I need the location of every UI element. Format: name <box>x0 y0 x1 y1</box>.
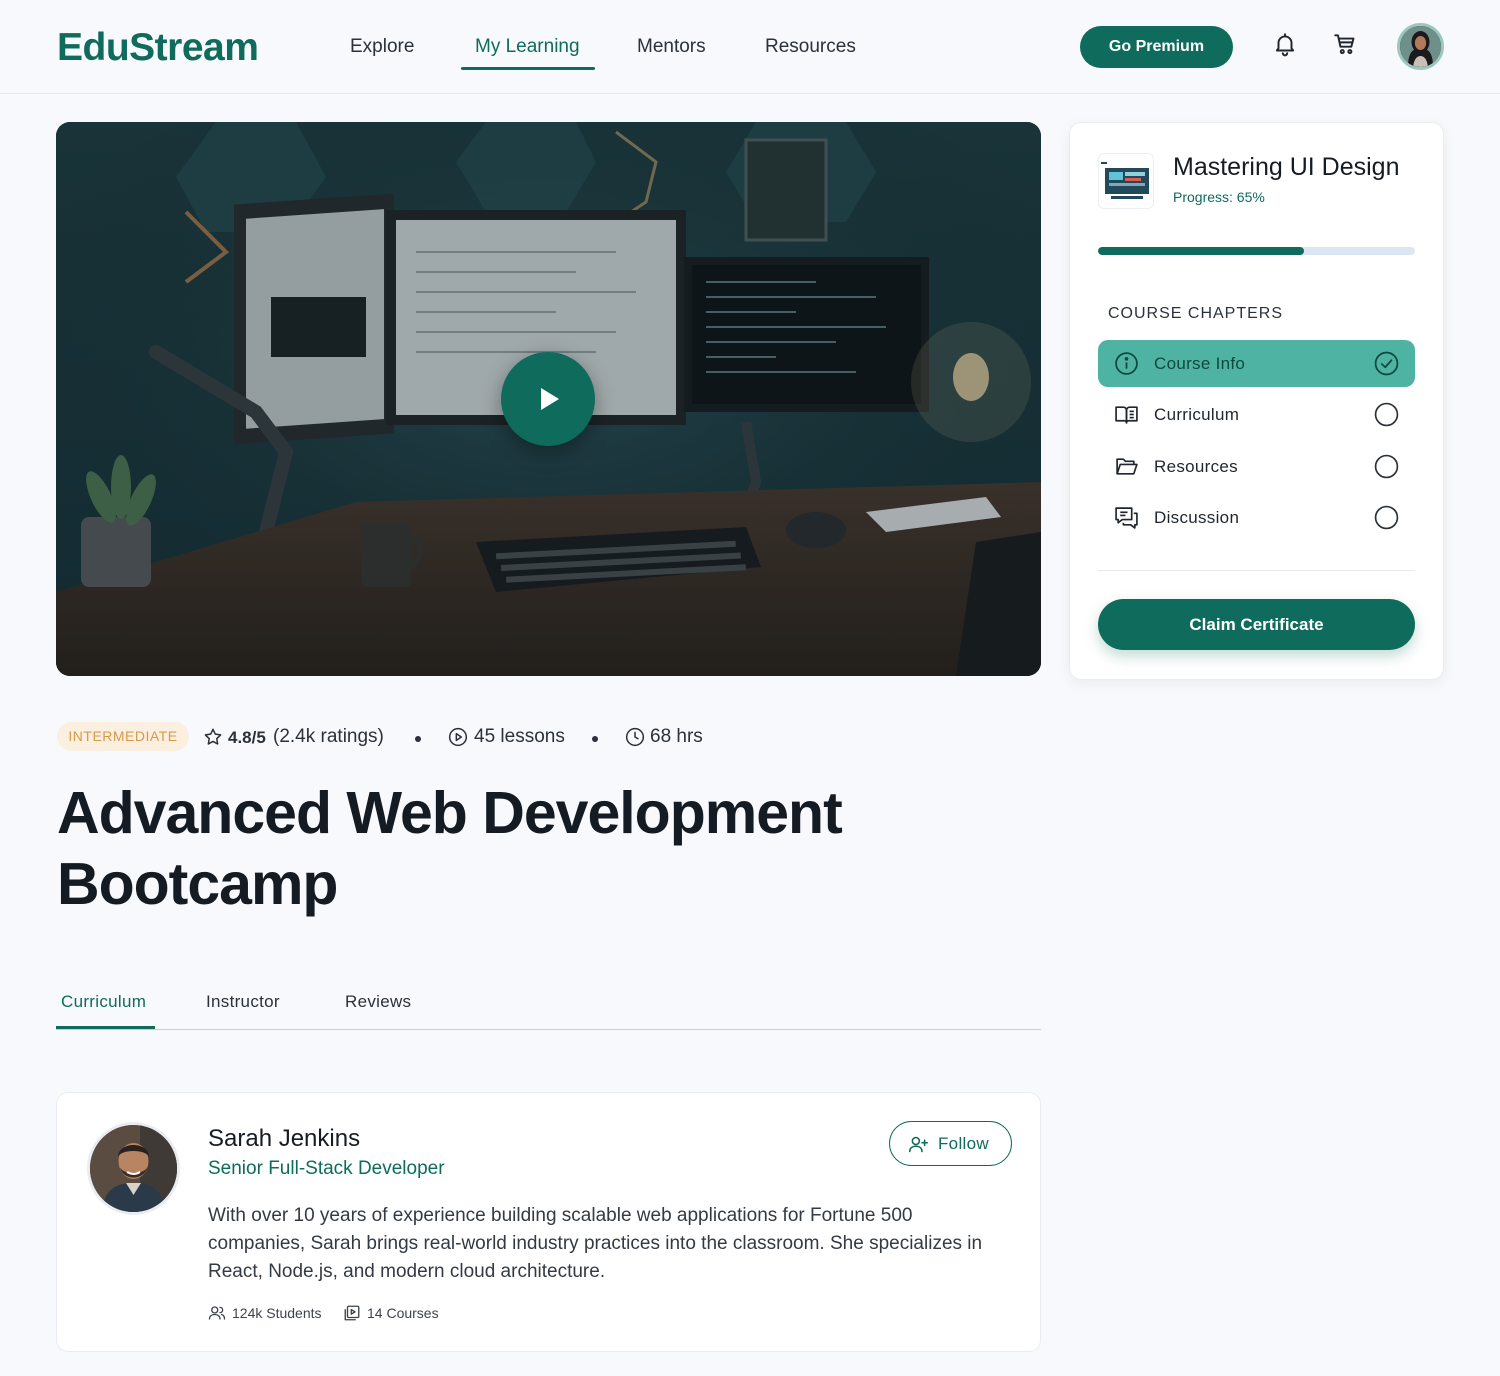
active-tab-indicator <box>56 1026 155 1029</box>
progress-label: Progress: 65% <box>1173 189 1265 205</box>
play-button[interactable] <box>501 352 595 446</box>
lessons-count: 45 lessons <box>474 726 565 747</box>
instructor-courses: 14 Courses <box>367 1305 439 1321</box>
level-badge: INTERMEDIATE <box>57 722 189 751</box>
book-open-icon <box>1115 406 1138 424</box>
follow-label: Follow <box>938 1134 989 1153</box>
star-icon <box>204 728 222 745</box>
nav-link-explore[interactable]: Explore <box>350 36 414 58</box>
cart-icon[interactable] <box>1332 31 1358 57</box>
rating-value: 4.8/5 <box>228 728 266 747</box>
chapter-curriculum[interactable]: Curriculum <box>1098 391 1415 438</box>
check-circle-icon <box>1374 351 1399 376</box>
empty-circle-icon <box>1374 454 1399 479</box>
course-duration: 68 hrs <box>650 726 703 747</box>
clock-icon <box>625 727 645 747</box>
tab-curriculum[interactable]: Curriculum <box>61 992 146 1012</box>
instructor-bio: With over 10 years of experience buildin… <box>208 1205 983 1282</box>
separator-dot <box>592 736 598 742</box>
progress-bar <box>1098 247 1415 255</box>
claim-certificate-button[interactable]: Claim Certificate <box>1098 599 1415 650</box>
course-thumbnail <box>1098 153 1154 209</box>
chapter-resources[interactable]: Resources <box>1098 443 1415 490</box>
chat-icon <box>1115 507 1138 529</box>
empty-circle-icon <box>1374 402 1399 427</box>
chapter-label: Curriculum <box>1154 405 1240 424</box>
divider <box>1098 570 1415 571</box>
course-heading: Advanced Web Development Bootcamp <box>57 778 957 920</box>
chapter-course-info[interactable]: Course Info <box>1098 340 1415 387</box>
tab-reviews[interactable]: Reviews <box>345 992 411 1012</box>
instructor-avatar <box>87 1122 180 1215</box>
top-nav-bar: EduStream Explore My Learning Mentors Re… <box>0 0 1500 94</box>
logo[interactable]: EduStream <box>57 26 259 70</box>
tabs-divider <box>56 1029 1041 1030</box>
tab-instructor[interactable]: Instructor <box>206 992 280 1012</box>
instructor-name: Sarah Jenkins <box>208 1125 361 1152</box>
course-progress-card: Mastering UI Design Progress: 65% COURSE… <box>1069 122 1444 680</box>
folder-open-icon <box>1116 458 1138 475</box>
ratings-count: (2.4k ratings) <box>273 726 384 747</box>
user-plus-icon <box>908 1136 929 1153</box>
info-icon <box>1115 352 1138 375</box>
nav-link-resources[interactable]: Resources <box>765 36 856 58</box>
video-library-icon <box>344 1305 360 1321</box>
bell-icon[interactable] <box>1272 31 1298 57</box>
course-video-player[interactable] <box>56 122 1041 676</box>
chapter-label: Course Info <box>1154 354 1246 373</box>
chapter-label: Resources <box>1154 457 1238 476</box>
instructor-card: Sarah Jenkins Senior Full-Stack Develope… <box>56 1092 1041 1352</box>
course-heading-line2: Bootcamp <box>57 851 338 917</box>
nav-link-my-learning[interactable]: My Learning <box>475 36 580 58</box>
active-nav-indicator <box>461 67 595 70</box>
empty-circle-icon <box>1374 505 1399 530</box>
course-title: Mastering UI Design <box>1173 153 1400 181</box>
go-premium-button[interactable]: Go Premium <box>1080 26 1233 68</box>
play-circle-icon <box>448 727 468 747</box>
course-heading-line1: Advanced Web Development <box>57 780 843 846</box>
chapter-discussion[interactable]: Discussion <box>1098 494 1415 541</box>
play-icon <box>541 388 559 410</box>
follow-button[interactable]: Follow <box>889 1121 1012 1166</box>
progress-bar-fill <box>1098 247 1305 255</box>
users-icon <box>208 1306 226 1320</box>
instructor-students: 124k Students <box>232 1305 322 1321</box>
chapter-label: Discussion <box>1154 508 1240 527</box>
instructor-role: Senior Full-Stack Developer <box>208 1158 445 1179</box>
chapters-heading: COURSE CHAPTERS <box>1108 305 1284 322</box>
nav-link-mentors[interactable]: Mentors <box>637 36 706 58</box>
separator-dot <box>415 736 421 742</box>
user-avatar[interactable] <box>1397 23 1444 70</box>
